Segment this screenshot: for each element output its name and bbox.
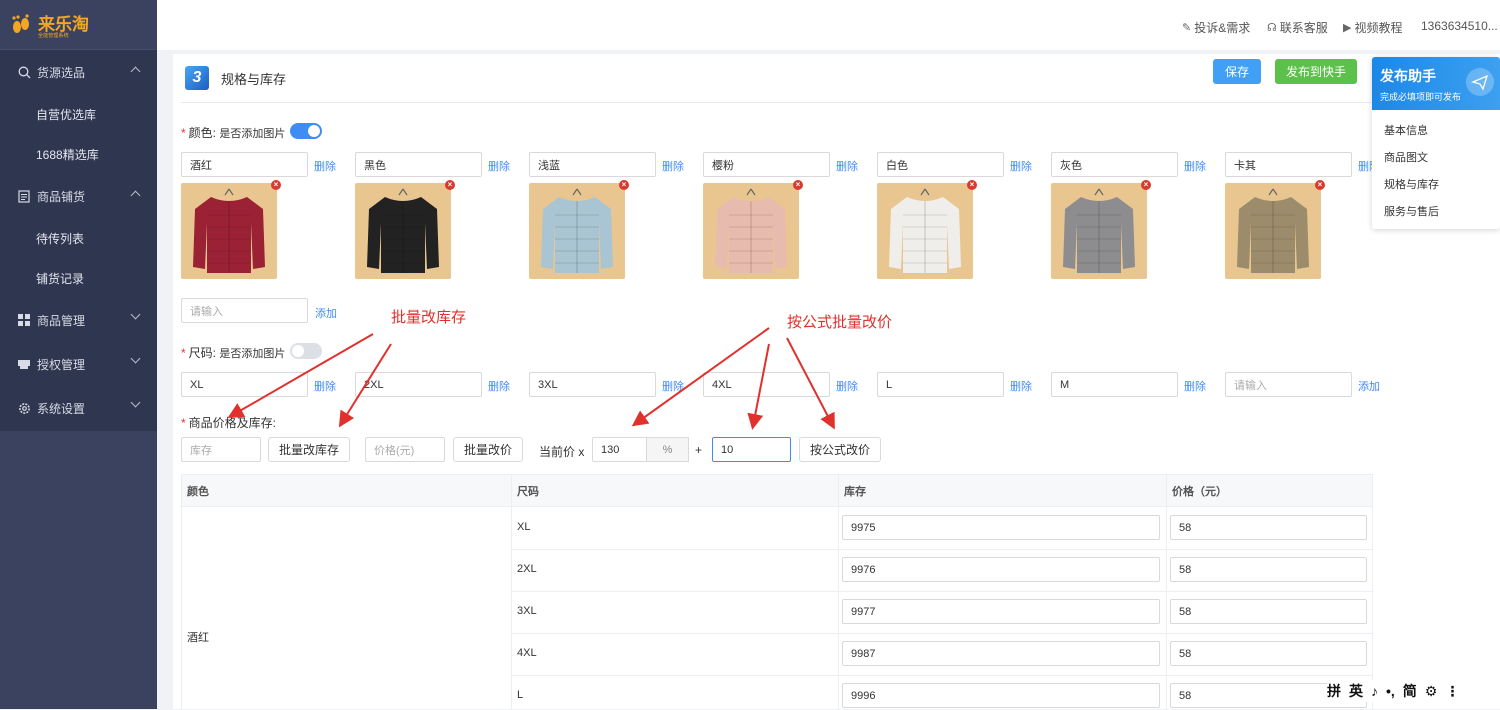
color-merged-cell: 酒红	[187, 632, 209, 644]
helper-item-basic-info[interactable]: 基本信息	[1384, 122, 1428, 138]
sidebar-item-pending-list[interactable]: 待传列表	[0, 218, 157, 258]
sidebar-group-distribution[interactable]: 商品铺货	[0, 174, 157, 218]
stock-cell-input[interactable]: 9996	[842, 683, 1160, 708]
price-cell-input[interactable]: 58	[1170, 641, 1367, 666]
size-cell: 3XL	[517, 605, 537, 617]
sidebar: 来乐淘 全能管理系统 货源选品 自营优选库 1688精选库 商品铺货 待传列表 …	[0, 0, 157, 709]
price-cell-input[interactable]: 58	[1170, 599, 1367, 624]
ime-item[interactable]: 英	[1349, 681, 1363, 701]
play-icon: ▶	[1343, 22, 1352, 34]
ime-item[interactable]: ⚙	[1425, 683, 1438, 700]
col-header-stock: 库存	[838, 475, 1166, 507]
sku-table: 颜色 尺码 库存 价格（元） 酒红 XL 9975 58 2XL 9976 58 3XL 99…	[181, 474, 1373, 710]
logo[interactable]: 来乐淘 全能管理系统	[0, 0, 157, 50]
sidebar-menu: 货源选品 自营优选库 1688精选库 商品铺货 待传列表 铺货记录 商品管理 授…	[0, 50, 157, 431]
search-icon	[17, 65, 31, 79]
helper-header: 发布助手 完成必填项即可发布	[1372, 57, 1500, 110]
annotation-arrows	[227, 327, 835, 430]
headset-icon: ☊	[1267, 22, 1277, 34]
row-divider	[511, 633, 1373, 634]
row-divider	[511, 591, 1373, 592]
sidebar-group-authorization[interactable]: 授权管理	[0, 342, 157, 386]
col-header-color: 颜色	[181, 475, 511, 507]
document-icon	[17, 189, 31, 203]
edit-icon: ✎	[1182, 22, 1192, 34]
helper-item-spec-stock[interactable]: 规格与库存	[1384, 176, 1439, 192]
support-link[interactable]: ☊ 联系客服	[1267, 19, 1328, 36]
account-menu[interactable]: 1363634510...	[1421, 19, 1500, 33]
stock-cell-input[interactable]: 9976	[842, 557, 1160, 582]
chevron-up-icon	[130, 190, 141, 201]
account-label: 1363634510...	[1421, 19, 1498, 33]
sidebar-group-label: 商品管理	[37, 313, 86, 328]
stock-cell-input[interactable]: 9977	[842, 599, 1160, 624]
stock-cell-input[interactable]: 9987	[842, 641, 1160, 666]
paper-plane-icon	[1466, 68, 1494, 96]
price-cell-input[interactable]: 58	[1170, 557, 1367, 582]
top-bar: ✎ 投诉&需求 ☊ 联系客服 ▶ 视频教程 1363634510...	[157, 0, 1500, 50]
chevron-down-icon	[130, 353, 141, 364]
gear-icon	[17, 401, 31, 415]
sidebar-group-settings[interactable]: 系统设置	[0, 386, 157, 430]
tutorial-label: 视频教程	[1354, 21, 1403, 35]
complaint-label: 投诉&需求	[1194, 21, 1251, 35]
size-cell: XL	[517, 521, 531, 533]
col-header-size: 尺码	[511, 475, 838, 507]
size-cell: 4XL	[517, 647, 537, 659]
ime-item[interactable]: 拼	[1327, 681, 1341, 701]
ime-item[interactable]: ♪	[1371, 683, 1378, 699]
price-cell-input[interactable]: 58	[1170, 515, 1367, 540]
stock-cell-input[interactable]: 9975	[842, 515, 1160, 540]
col-header-price: 价格（元）	[1166, 475, 1373, 507]
sidebar-group-sourcing[interactable]: 货源选品	[0, 50, 157, 94]
helper-item-images[interactable]: 商品图文	[1384, 149, 1428, 165]
ime-toolbar: 拼英 ♪ •, 简 ⚙ ⋮	[1327, 680, 1477, 702]
chevron-up-icon	[130, 66, 141, 77]
chevron-down-icon	[130, 397, 141, 408]
publish-helper-panel: 发布助手 完成必填项即可发布 基本信息 商品图文 规格与库存 服务与售后	[1372, 57, 1500, 229]
sidebar-group-products[interactable]: 商品管理	[0, 298, 157, 342]
footprint-logo-icon	[10, 13, 32, 36]
support-label: 联系客服	[1279, 21, 1328, 35]
sidebar-group-label: 授权管理	[37, 357, 86, 372]
sidebar-group-label: 货源选品	[37, 65, 86, 80]
tutorial-link[interactable]: ▶ 视频教程	[1343, 19, 1402, 36]
helper-item-service[interactable]: 服务与售后	[1384, 203, 1439, 219]
size-cell: L	[517, 689, 524, 701]
sidebar-group-label: 系统设置	[37, 401, 86, 416]
main-content: 3 规格与库存 保存 发布到快手 * 颜色: 是否添加图片 酒红 删除 × 黑色 删除 × 浅…	[173, 54, 1500, 710]
table-border	[181, 475, 182, 710]
sidebar-item-self-library[interactable]: 自营优选库	[0, 94, 157, 134]
sidebar-item-distribution-records[interactable]: 铺货记录	[0, 258, 157, 298]
grid-icon	[17, 313, 31, 327]
ime-item[interactable]: ⋮	[1445, 683, 1459, 700]
sidebar-group-label: 商品铺货	[37, 189, 86, 204]
sidebar-item-1688-library[interactable]: 1688精选库	[0, 134, 157, 174]
complaint-link[interactable]: ✎ 投诉&需求	[1182, 19, 1250, 36]
printer-icon	[17, 357, 31, 371]
chevron-down-icon	[130, 309, 141, 320]
app-subtitle: 全能管理系统	[38, 33, 69, 39]
size-cell: 2XL	[517, 563, 537, 575]
row-divider	[511, 675, 1373, 676]
ime-item[interactable]: 简	[1403, 681, 1417, 701]
ime-item[interactable]: •,	[1386, 683, 1395, 699]
row-divider	[511, 549, 1373, 550]
